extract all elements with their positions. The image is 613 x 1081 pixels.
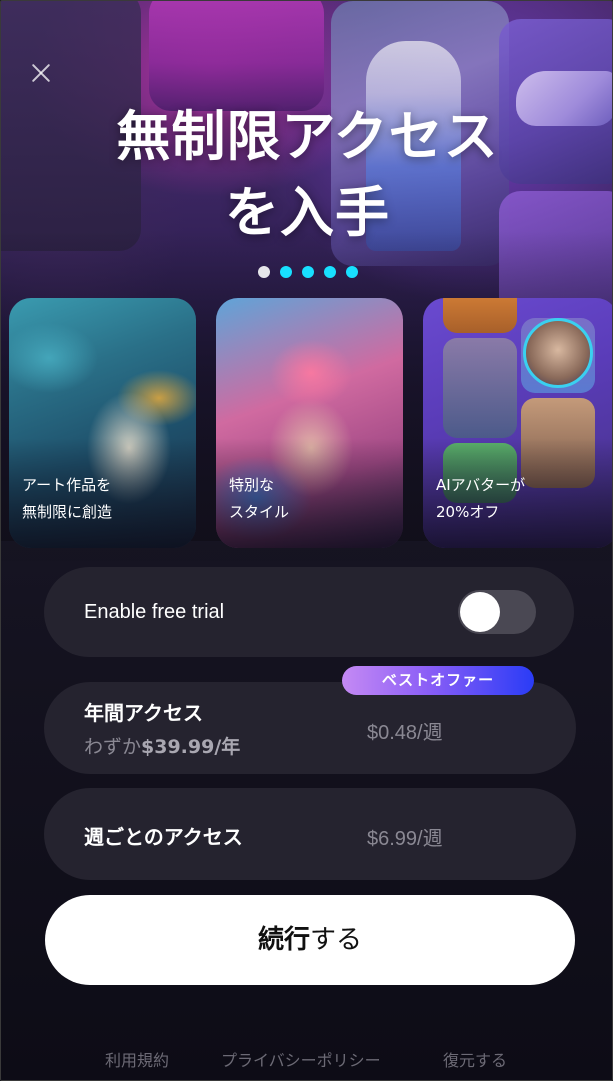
privacy-policy-link[interactable]: プライバシーポリシー xyxy=(221,1047,381,1071)
feature-caption-line: 無制限に創造 xyxy=(22,503,113,521)
avatar xyxy=(523,318,593,388)
weekly-plan-option[interactable]: 週ごとのアクセス $6.99/週 xyxy=(44,788,576,880)
plan-subtitle: わずか$39.99/年 xyxy=(84,732,240,759)
feature-caption-line: 特別な xyxy=(229,476,275,494)
plan-subtitle-price: $39.99/年 xyxy=(141,736,241,758)
page-title: 無制限アクセス を入手 xyxy=(1,99,612,251)
carousel-dot[interactable] xyxy=(258,266,270,278)
feature-caption-line: スタイル xyxy=(229,503,290,521)
toggle-knob xyxy=(460,592,500,632)
terms-link[interactable]: 利用規約 xyxy=(105,1047,169,1071)
feature-caption-line: 20%オフ xyxy=(436,503,500,521)
avatar-thumb xyxy=(443,338,517,438)
continue-button[interactable]: 続行する xyxy=(45,895,575,985)
carousel-dot[interactable] xyxy=(324,266,336,278)
feature-caption-line: AIアバターが xyxy=(436,476,526,494)
plan-price: $6.99/週 xyxy=(367,828,443,850)
continue-button-rest: する xyxy=(310,925,363,955)
carousel-dot[interactable] xyxy=(280,266,292,278)
bg-tile xyxy=(149,1,324,111)
title-line-1: 無制限アクセス xyxy=(116,105,499,168)
free-trial-label: Enable free trial xyxy=(84,600,225,623)
plan-subtitle-prefix: わずか xyxy=(84,736,142,758)
annual-plan-option[interactable]: 年間アクセス わずか$39.99/年 $0.48/週 xyxy=(44,682,576,774)
paywall-screen: 無制限アクセス を入手 アート作品を 無制限に創造 特別な スタイル AIアバタ… xyxy=(0,0,613,1081)
free-trial-row: Enable free trial xyxy=(44,567,574,657)
title-line-2: を入手 xyxy=(225,181,390,244)
feature-card-unlimited-art: アート作品を 無制限に創造 xyxy=(9,298,196,548)
carousel-pagination xyxy=(258,266,358,278)
plan-title: 週ごとのアクセス xyxy=(84,825,243,849)
plan-title: 年間アクセス xyxy=(84,701,203,725)
best-offer-badge: ベストオファー xyxy=(342,666,534,695)
restore-link[interactable]: 復元する xyxy=(443,1047,507,1071)
feature-caption: 特別な スタイル xyxy=(229,472,289,526)
free-trial-toggle[interactable] xyxy=(458,590,536,634)
carousel-dot[interactable] xyxy=(346,266,358,278)
plan-price: $0.48/週 xyxy=(367,722,443,744)
feature-card-ai-avatar: AIアバターが 20%オフ xyxy=(423,298,612,548)
avatar-thumb xyxy=(443,298,517,333)
feature-card-special-styles: 特別な スタイル xyxy=(216,298,403,548)
continue-button-bold: 続行 xyxy=(257,925,310,955)
feature-caption: AIアバターが 20%オフ xyxy=(436,472,525,526)
feature-caption-line: アート作品を xyxy=(22,476,112,494)
close-icon[interactable] xyxy=(29,61,53,85)
feature-caption: アート作品を 無制限に創造 xyxy=(22,472,112,526)
carousel-dot[interactable] xyxy=(302,266,314,278)
